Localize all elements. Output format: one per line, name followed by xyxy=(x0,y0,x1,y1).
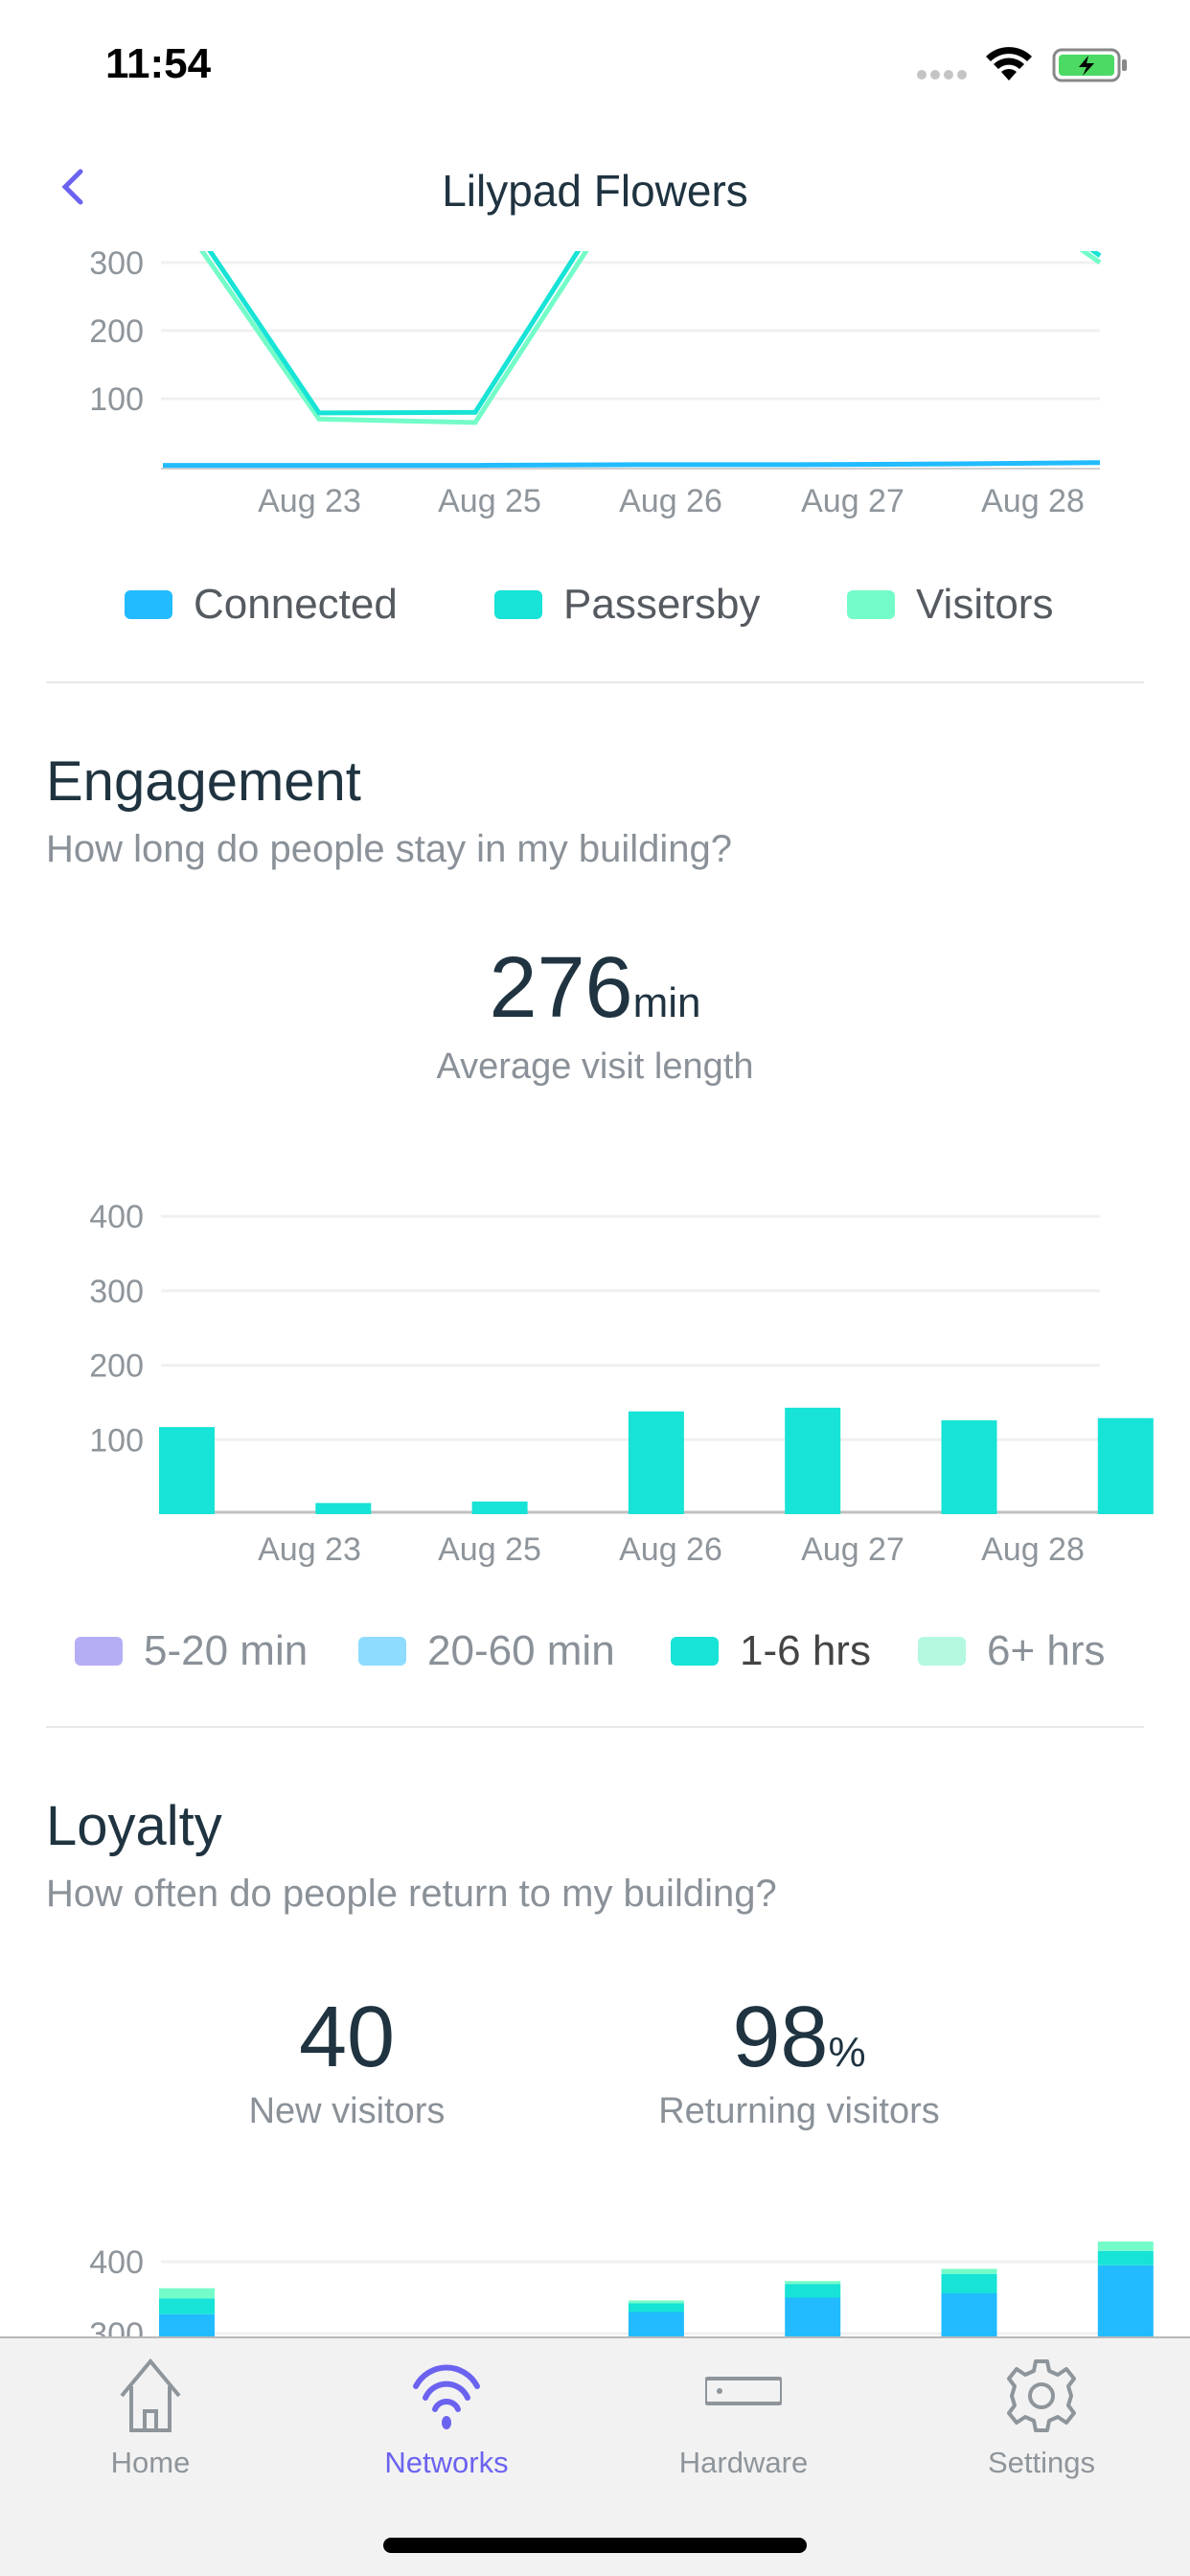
x-tick-label: Aug 27 xyxy=(801,483,904,519)
y-tick-label: 300 xyxy=(89,1274,144,1310)
bar xyxy=(628,1411,684,1514)
y-tick-label: 400 xyxy=(89,1199,144,1235)
y-tick-label: 400 xyxy=(89,2244,144,2281)
tab-label: Networks xyxy=(384,2446,509,2479)
tab-settings[interactable]: Settings xyxy=(927,2338,1156,2511)
wifi-status-icon xyxy=(986,47,1032,80)
x-tick-label: Aug 28 xyxy=(981,1531,1085,1568)
header: 11:54 Lilypad Flowers xyxy=(0,0,1190,251)
signal-icon xyxy=(917,70,967,80)
gear-icon xyxy=(1007,2359,1076,2432)
bar xyxy=(159,1427,215,1514)
stacked-bar-passersby xyxy=(1097,2250,1154,2266)
bar xyxy=(785,1407,841,1514)
status-time: 11:54 xyxy=(105,40,212,87)
tab-home[interactable]: Home xyxy=(35,2338,265,2511)
battery-icon xyxy=(1052,48,1127,82)
tab-hardware[interactable]: Hardware xyxy=(629,2338,858,2511)
bar xyxy=(315,1503,372,1514)
stacked-bar-visitors xyxy=(785,2281,841,2285)
y-tick-label: 100 xyxy=(89,1422,144,1459)
x-tick-label: Aug 23 xyxy=(258,1531,361,1568)
x-tick-label: Aug 27 xyxy=(801,1531,904,1568)
stacked-bar-visitors xyxy=(1097,2242,1154,2251)
bar xyxy=(1097,1417,1154,1514)
x-tick-label: Aug 25 xyxy=(438,1531,541,1568)
stacked-bar-visitors xyxy=(159,2288,215,2299)
wifi-icon xyxy=(413,2364,480,2429)
x-tick-label: Aug 26 xyxy=(619,483,722,519)
hardware-icon xyxy=(705,2377,782,2405)
x-tick-label: Aug 23 xyxy=(258,483,361,519)
tab-label: Settings xyxy=(987,2446,1095,2479)
stacked-bar-passersby xyxy=(159,2298,215,2314)
charts-canvas: 100 200 300 Aug 23 Aug 25 Aug 26 Aug 27 Aug 28 1… xyxy=(89,245,1154,2549)
y-tick-label: 100 xyxy=(89,381,144,418)
line-connected xyxy=(163,460,1101,469)
stacked-bar-passersby xyxy=(785,2284,841,2298)
tab-label: Home xyxy=(110,2446,191,2479)
tab-label: Hardware xyxy=(678,2446,809,2479)
tab-networks[interactable]: Networks xyxy=(332,2338,561,2511)
x-tick-label: Aug 25 xyxy=(438,483,541,519)
x-tick-label: Aug 28 xyxy=(981,483,1085,519)
stacked-bar-passersby xyxy=(941,2273,997,2293)
x-tick-label: Aug 26 xyxy=(619,1531,722,1568)
stacked-bar-visitors xyxy=(941,2268,997,2274)
bar xyxy=(941,1420,997,1514)
home-indicator xyxy=(383,2538,807,2553)
stacked-bar-visitors xyxy=(628,2300,684,2304)
stacked-bar-passersby xyxy=(628,2303,684,2312)
bar xyxy=(471,1501,528,1514)
y-tick-label: 200 xyxy=(89,313,144,350)
y-tick-label: 200 xyxy=(89,1348,144,1385)
house-icon xyxy=(120,2358,181,2432)
page-title: Lilypad Flowers xyxy=(442,166,748,216)
